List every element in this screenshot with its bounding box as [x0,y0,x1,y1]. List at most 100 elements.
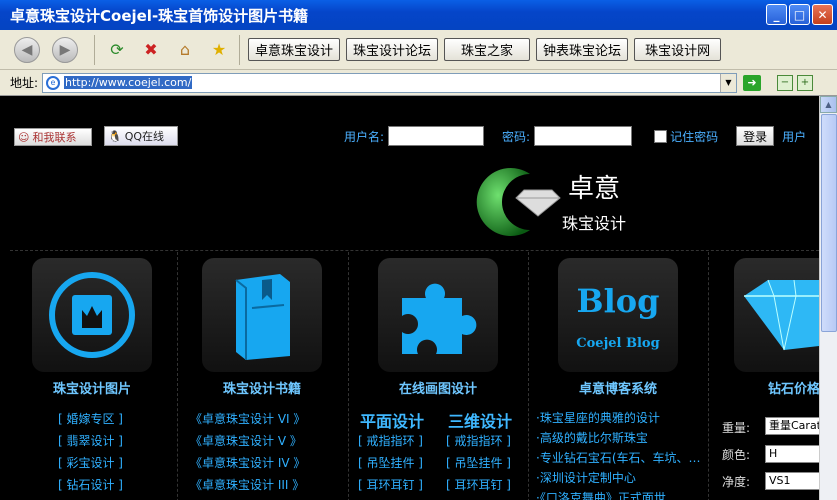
flat-design-heading[interactable]: 平面设计 [360,408,424,432]
ie-page-icon: e [46,75,60,90]
remember-checkbox[interactable] [654,129,668,143]
qq-label: QQ在线 [124,130,165,143]
window-restore-button[interactable]: − [777,74,793,91]
login-button[interactable]: 登录 [736,126,775,146]
tile-online-design[interactable] [378,258,498,372]
refresh-icon: ⟳ [110,40,124,59]
back-button[interactable]: ◀ [14,36,40,63]
blog-list: ·珠宝星座的典雅的设计 ·高级的戴比尔斯珠宝 ·专业钻石宝石(车石、车坑、… ·… [536,408,704,500]
user-link[interactable]: 用户 [782,128,806,145]
list-item[interactable]: 《卓意珠宝设计 III 》 [190,474,305,496]
close-button[interactable]: ✕ [812,4,833,25]
address-bar: 地址: e http://www.coejel.com/ ▼ ➜ − + [0,70,837,96]
browser-toolbar: ◀ ▶ ⟳ ✖ ⌂ ★ 卓意珠宝设计 珠宝设计论坛 珠宝之家 钟表珠宝论坛 珠宝… [0,30,837,70]
remember-label: 记住密码 [670,129,719,144]
scroll-up-button[interactable]: ▲ [820,96,837,113]
minus-icon: − [780,77,790,88]
book-icon [235,274,290,360]
list-item[interactable]: [ 戒指指环 ] [446,430,511,452]
link-button-forum[interactable]: 珠宝设计论坛 [346,38,439,61]
tile-jewelry-images[interactable] [32,258,152,372]
blog-logo-text: Blog [576,282,660,320]
password-input[interactable] [534,126,633,146]
logo-name: 卓意 [568,174,621,204]
tile-jewelry-books[interactable] [202,258,322,372]
list-item[interactable]: [ 耳环耳钉 ] [358,474,423,496]
list-item[interactable]: [ 钻石设计 ] [58,474,123,496]
list-item[interactable]: [ 耳环耳钉 ] [446,474,511,496]
contact-label: 和我联系 [32,131,77,144]
column-divider [528,252,529,500]
link-button-home[interactable]: 珠宝之家 [444,38,531,61]
address-url: http://www.coejel.com/ [64,76,193,89]
color-label: 颜色: [722,448,751,462]
flower-frame-icon [49,272,135,358]
qq-online-button[interactable]: 🐧 QQ在线 [104,126,178,146]
list-item[interactable]: [ 吊坠挂件 ] [358,452,423,474]
3d-design-list: [ 戒指指环 ] [ 吊坠挂件 ] [ 耳环耳钉 ] [446,430,511,496]
tile-blog[interactable]: Blog Coejel Blog [558,258,678,372]
list-item[interactable]: ·《口洛克舞曲》正式面世 [536,488,704,500]
list-item[interactable]: ·深圳设计定制中心 [536,468,704,488]
toolbar-separator [94,34,95,65]
column-title-blog[interactable]: 卓意博客系统 [558,378,678,397]
tile-diamond-price[interactable] [734,258,819,372]
column-title-diamond-price[interactable]: 钻石价格 [740,378,819,397]
username-input[interactable] [388,126,485,146]
forward-button[interactable]: ▶ [52,36,78,63]
scroll-thumb[interactable] [821,114,837,332]
maximize-button[interactable]: □ [789,4,810,25]
go-arrow-icon: ➜ [747,76,757,89]
list-item[interactable]: [ 翡翠设计 ] [58,430,123,452]
contact-icon: ☺ [18,130,30,144]
list-item[interactable]: [ 婚嫁专区 ] [58,408,123,430]
list-item[interactable]: [ 戒指指环 ] [358,430,423,452]
stop-button[interactable]: ✖ [139,38,163,62]
list-item[interactable]: 《卓意珠宝设计 V 》 [190,430,305,452]
logo-subtitle: 珠宝设计 [562,214,627,233]
books-list: 《卓意珠宝设计 VI 》 《卓意珠宝设计 V 》 《卓意珠宝设计 IV 》 《卓… [190,408,305,496]
list-item[interactable]: ·高级的戴比尔斯珠宝 [536,428,704,448]
column-divider [348,252,349,500]
refresh-button[interactable]: ⟳ [105,38,129,62]
clarity-select[interactable]: VS1 [765,472,819,490]
color-select[interactable]: H [765,445,819,463]
favorites-button[interactable]: ★ [207,38,231,62]
column-title-online-design[interactable]: 在线画图设计 [378,378,498,397]
flat-design-list: [ 戒指指环 ] [ 吊坠挂件 ] [ 耳环耳钉 ] [358,430,423,496]
column-title-images[interactable]: 珠宝设计图片 [32,378,152,397]
link-button-design-net[interactable]: 珠宝设计网 [634,38,722,61]
stop-icon: ✖ [144,40,158,59]
qq-penguin-icon: 🐧 [108,129,122,143]
chevron-up-icon: ▲ [825,100,832,109]
list-item[interactable]: ·珠宝星座的典雅的设计 [536,408,704,428]
3d-design-heading[interactable]: 三维设计 [448,408,512,432]
column-divider [177,252,178,500]
link-button-watch-forum[interactable]: 钟表珠宝论坛 [536,38,629,61]
minimize-button[interactable]: _ [766,4,787,25]
puzzle-piece-icon [402,283,477,354]
address-input[interactable]: e http://www.coejel.com/ ▼ [42,72,737,93]
contact-button[interactable]: ☺ 和我联系 [14,128,92,146]
list-item[interactable]: [ 彩宝设计 ] [58,452,123,474]
images-list: [ 婚嫁专区 ] [ 翡翠设计 ] [ 彩宝设计 ] [ 钻石设计 ] [58,408,123,496]
add-button[interactable]: + [797,74,813,91]
address-label: 地址: [10,76,39,90]
plus-icon: + [800,77,810,88]
home-button[interactable]: ⌂ [173,38,197,62]
column-title-books[interactable]: 珠宝设计书籍 [202,378,322,397]
list-item[interactable]: 《卓意珠宝设计 VI 》 [190,408,305,430]
star-icon: ★ [211,40,227,59]
list-item[interactable]: 《卓意珠宝设计 IV 》 [190,452,305,474]
go-button[interactable]: ➜ [743,74,761,91]
address-dropdown-button[interactable]: ▼ [720,73,736,92]
weight-select[interactable]: 重量Carat [765,417,819,435]
list-item[interactable]: ·专业钻石宝石(车石、车坑、… [536,448,704,468]
divider [10,250,819,251]
list-item[interactable]: [ 吊坠挂件 ] [446,452,511,474]
column-divider [708,252,709,500]
page-content: ☺ 和我联系 🐧 QQ在线 用户名: 密码: 记住密码 登录 用户 卓意 珠宝设… [0,96,819,500]
link-button-coejel[interactable]: 卓意珠宝设计 [248,38,341,61]
toolbar-separator [239,34,240,65]
vertical-scrollbar[interactable]: ▲ [819,96,837,500]
